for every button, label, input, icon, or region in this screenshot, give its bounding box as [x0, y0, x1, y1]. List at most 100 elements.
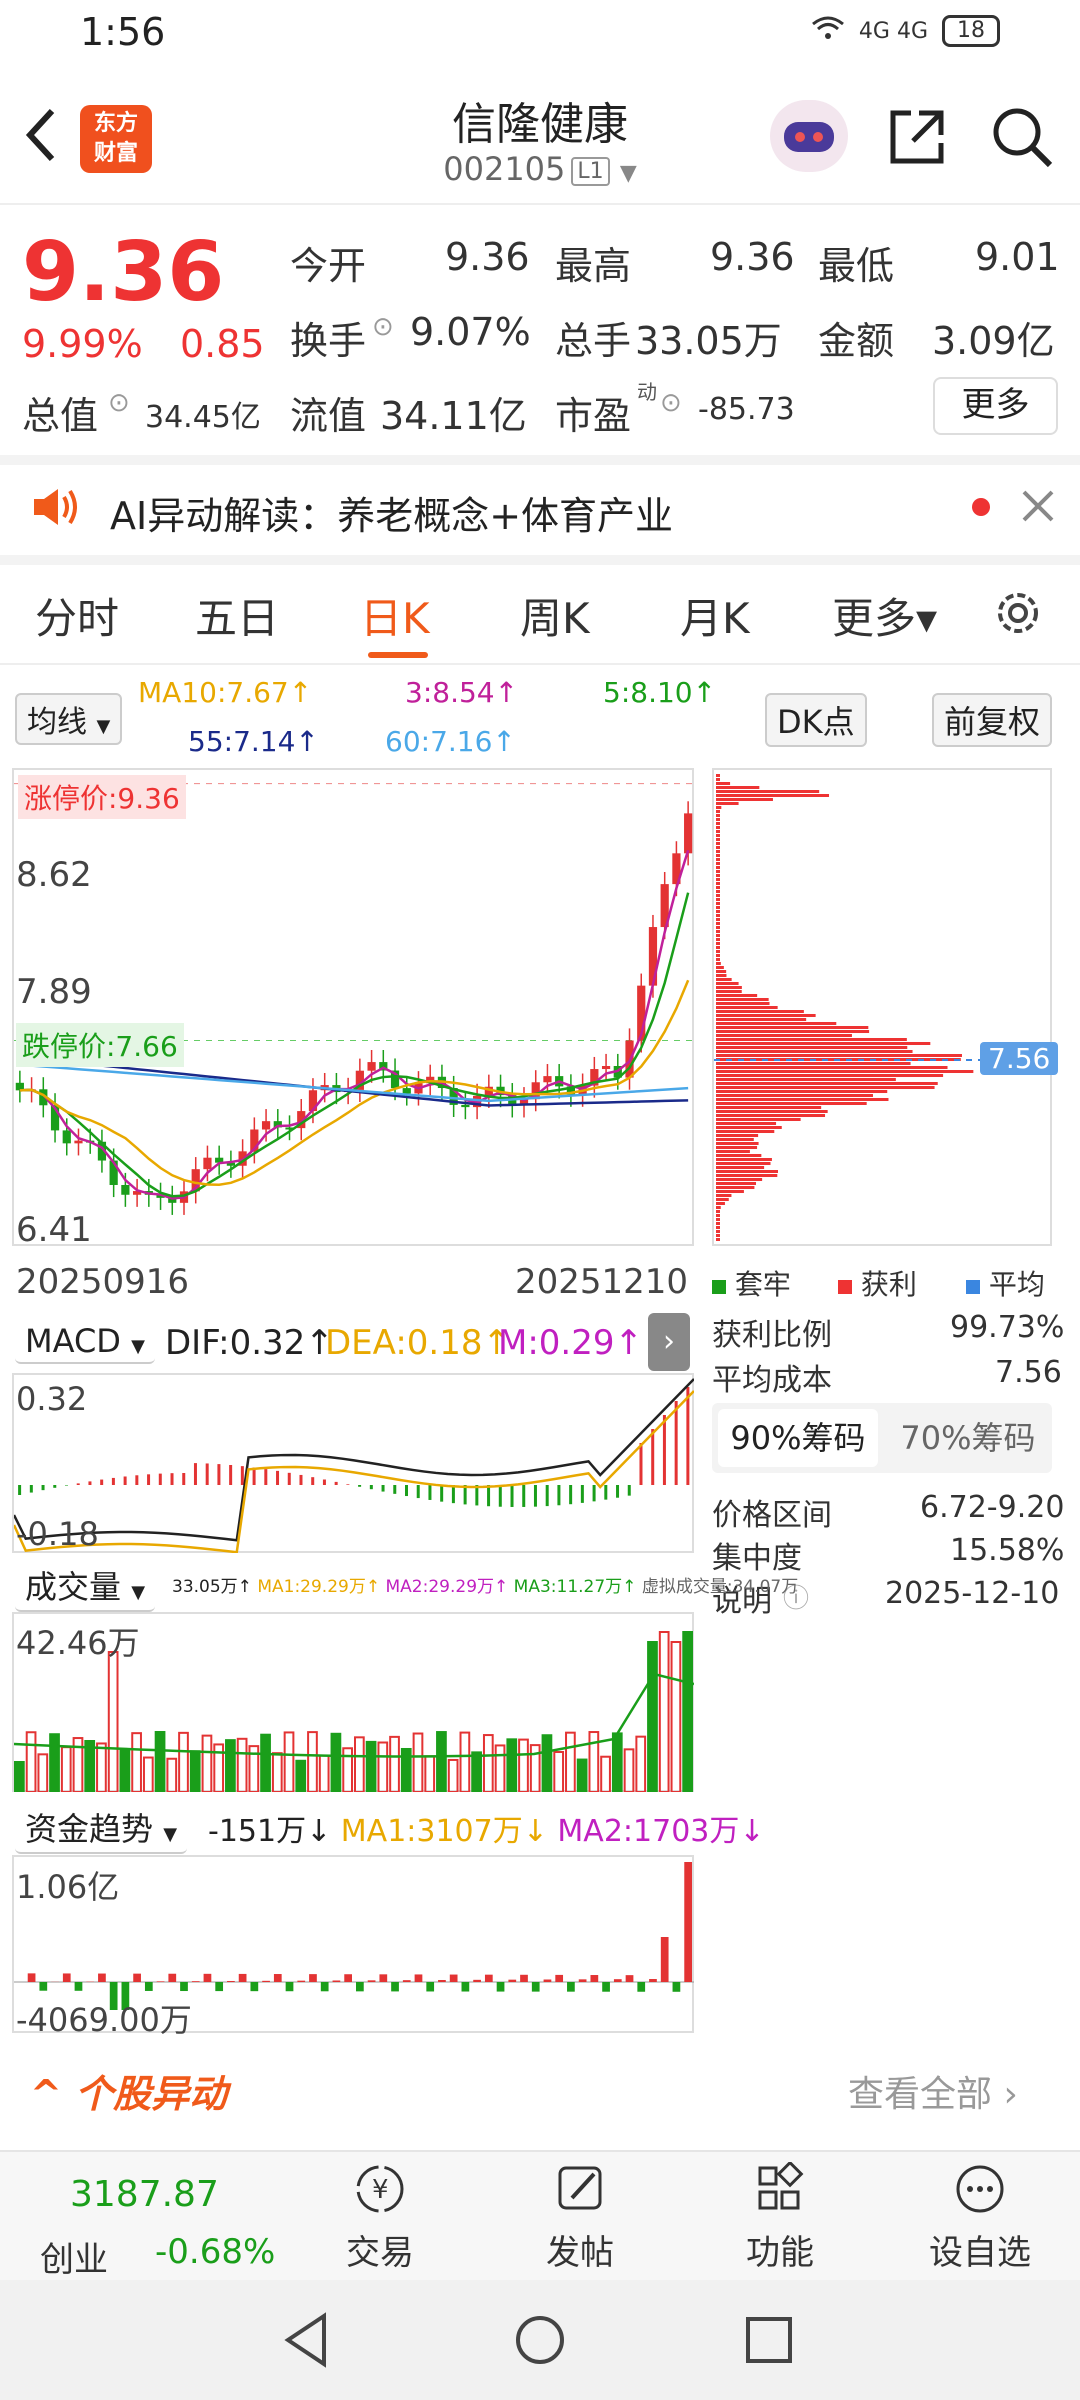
- info-icon[interactable]: ⊙: [372, 312, 394, 342]
- macd-bar: [510, 1485, 514, 1507]
- index-name[interactable]: 创业: [40, 2232, 108, 2281]
- chip-bar: [716, 1206, 721, 1209]
- macd-chart[interactable]: [12, 1373, 695, 1554]
- ma10-value: MA10:7.67↑: [138, 676, 313, 709]
- avg-cost-value: 7.56: [995, 1355, 1062, 1390]
- tab-5day[interactable]: 五日: [195, 585, 279, 646]
- fund-selector[interactable]: 资金趋势 ▼: [15, 1802, 188, 1854]
- chip-bar: [716, 886, 720, 889]
- share-icon[interactable]: [885, 105, 949, 173]
- pe-sup: 动: [637, 380, 657, 404]
- view-all-label: 查看全部: [848, 2074, 993, 2115]
- section-title[interactable]: ^ 个股异动: [30, 2063, 227, 2118]
- volume-bar: [260, 1733, 271, 1793]
- volume-bar: [142, 1756, 154, 1793]
- fund-bar: [567, 1982, 575, 1992]
- fund-bar: [484, 1974, 493, 1982]
- view-all-link[interactable]: 查看全部 ›: [848, 2065, 1018, 2117]
- kline-chart[interactable]: [12, 768, 694, 1246]
- stock-code: 002105: [443, 150, 566, 188]
- tab-chip-90[interactable]: 90%筹码: [718, 1409, 878, 1467]
- info-icon[interactable]: ⊙: [108, 388, 130, 418]
- macd-m: M:0.29↑: [498, 1323, 643, 1363]
- candle: [684, 813, 693, 854]
- chip-distribution-chart[interactable]: [712, 768, 1052, 1246]
- tab-minute[interactable]: 分时: [35, 585, 119, 646]
- fund-bar: [461, 1982, 470, 1992]
- macd-bar: [346, 1484, 350, 1485]
- ai-robot-icon[interactable]: [770, 100, 848, 172]
- ai-banner-text[interactable]: AI异动解读：养老概念+体育产业: [110, 485, 673, 540]
- volume-bar: [107, 1651, 119, 1793]
- fund-bar: [203, 1973, 212, 1982]
- change-amount: 0.85: [180, 322, 265, 366]
- pe-value: -85.73: [698, 392, 795, 427]
- chip-bar: [716, 786, 760, 789]
- macd-bar: [616, 1485, 620, 1498]
- volume-y-top: 42.46万: [16, 1624, 140, 1662]
- close-icon[interactable]: [1020, 488, 1056, 528]
- dif-line: [12, 1378, 695, 1542]
- high-label: 最高: [555, 244, 632, 288]
- chip-bar: [716, 882, 720, 885]
- fund-bar: [531, 1982, 540, 1992]
- chip-bar: [716, 830, 720, 833]
- adjust-button[interactable]: 前复权: [932, 693, 1053, 747]
- chip-bar: [716, 1194, 732, 1197]
- chip-bar: [716, 922, 720, 925]
- avg-cost-label: 平均成本: [712, 1363, 832, 1398]
- chip-bar: [716, 802, 739, 805]
- volume-selector[interactable]: 成交量 ▼: [15, 1560, 156, 1612]
- index-value[interactable]: 3187.87: [70, 2174, 219, 2215]
- kline-svg: [14, 783, 694, 1215]
- dk-point-button[interactable]: DK点: [765, 693, 867, 747]
- chip-bar: [716, 1158, 772, 1161]
- macd-bar: [487, 1485, 491, 1507]
- volume-bar: [389, 1735, 400, 1794]
- tab-more[interactable]: 更多▾: [832, 585, 937, 646]
- more-dots-icon: [920, 2162, 1040, 2225]
- recents-square-icon[interactable]: [744, 2315, 794, 2369]
- chip-bar: [716, 1018, 807, 1021]
- nav-post[interactable]: 发帖: [530, 2162, 630, 2274]
- chip-bar: [716, 1122, 777, 1125]
- tab-monthly-k[interactable]: 月K: [680, 585, 750, 646]
- info-icon[interactable]: ⊙: [660, 388, 682, 418]
- volume-bar: [482, 1734, 494, 1794]
- macd-bar: [498, 1485, 502, 1507]
- macd-bar: [592, 1485, 596, 1502]
- volume-bar: [236, 1737, 248, 1793]
- chip-bar: [716, 1118, 801, 1121]
- more-button[interactable]: 更多: [933, 377, 1058, 435]
- tab-daily-k[interactable]: 日K: [360, 585, 430, 646]
- nav-watchlist[interactable]: 设自选: [920, 2162, 1040, 2274]
- chip-bar: [716, 1078, 896, 1081]
- chip-bar: [716, 1230, 720, 1233]
- volume-bar: [424, 1755, 436, 1794]
- macd-bar: [193, 1463, 197, 1485]
- gear-icon[interactable]: [990, 585, 1046, 645]
- level-badge: L1: [571, 156, 610, 186]
- index-change: -0.68%: [155, 2232, 276, 2272]
- nav-trade[interactable]: ¥ 交易: [330, 2162, 430, 2274]
- ma-selector[interactable]: 均线 ▼: [15, 693, 123, 745]
- macd-selector[interactable]: MACD ▼: [15, 1320, 155, 1364]
- search-icon[interactable]: [990, 105, 1054, 173]
- chip-bar: [716, 990, 742, 993]
- nav-function[interactable]: 功能: [730, 2160, 830, 2274]
- chevron-right-icon[interactable]: ›: [648, 1313, 690, 1371]
- macd-bar: [264, 1469, 268, 1485]
- macd-bar: [135, 1475, 139, 1485]
- volume-bar: [576, 1758, 588, 1793]
- high-value: 9.36: [710, 235, 795, 279]
- ma5-value: 5:8.10↑: [603, 676, 717, 709]
- candle: [62, 1130, 71, 1144]
- home-circle-icon[interactable]: [513, 2313, 567, 2371]
- tab-weekly-k[interactable]: 周K: [520, 585, 590, 646]
- macd-bar: [100, 1479, 104, 1485]
- back-triangle-icon[interactable]: [282, 2312, 332, 2372]
- macd-bar: [604, 1485, 608, 1500]
- chip-bar: [716, 974, 727, 977]
- tab-chip-70[interactable]: 70%筹码: [890, 1409, 1046, 1467]
- chip-bar: [716, 1066, 948, 1069]
